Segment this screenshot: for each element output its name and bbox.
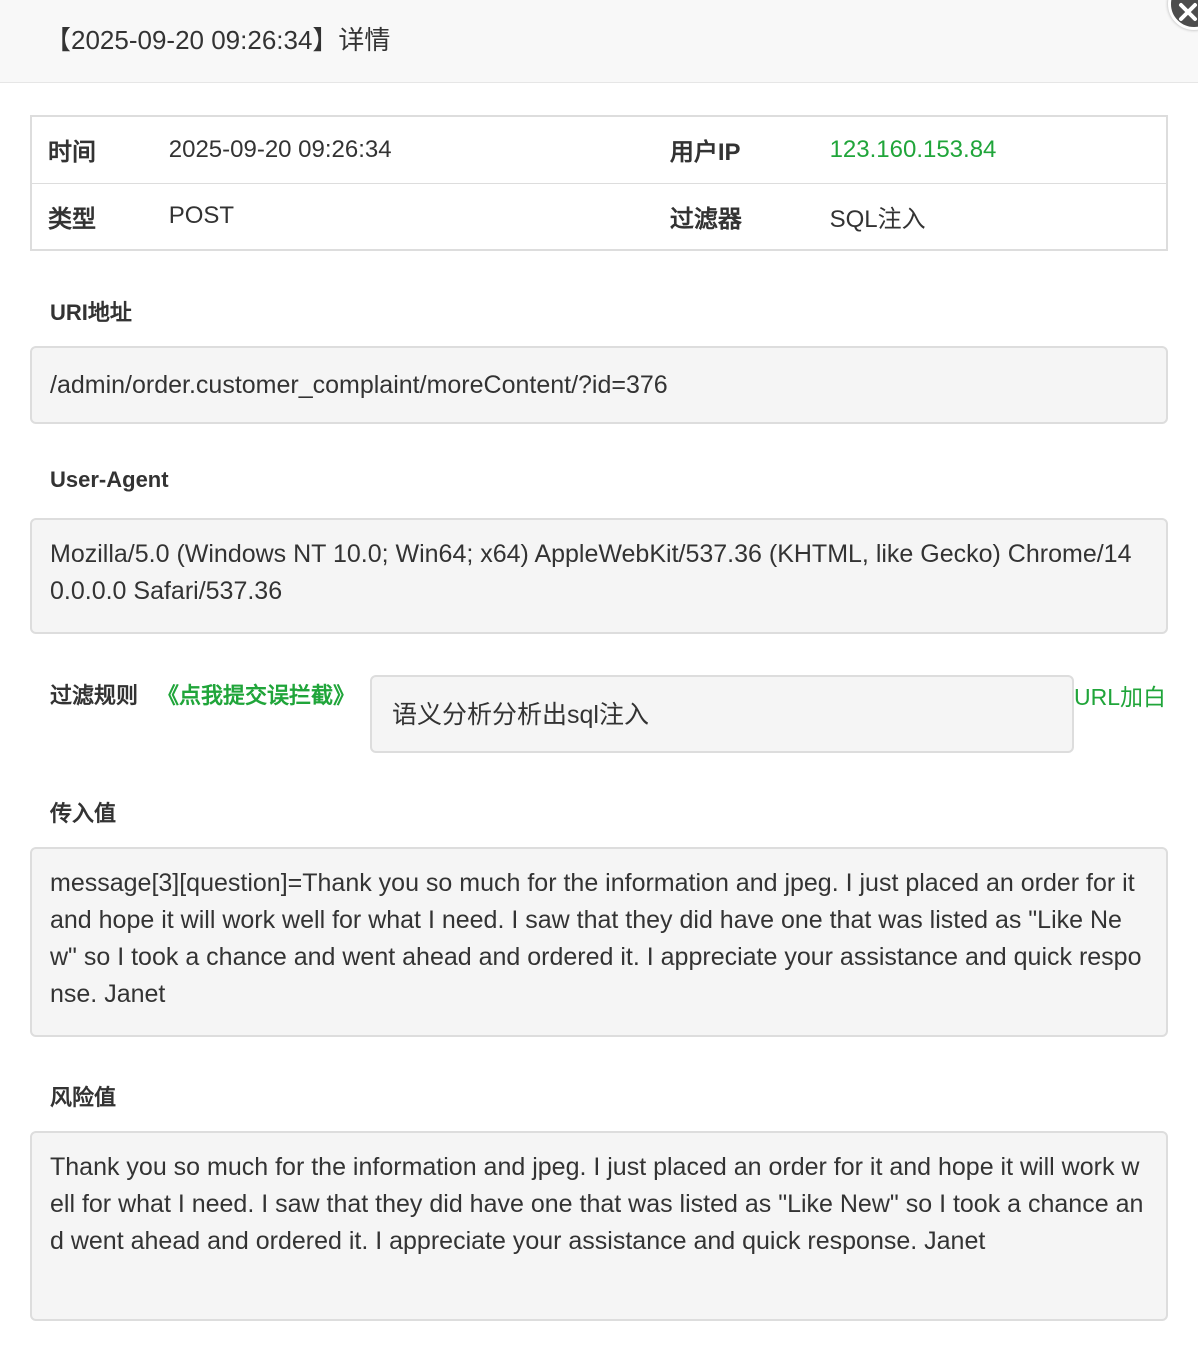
input-value-label: 传入值 — [50, 801, 117, 826]
user-agent-value-box: Mozilla/5.0 (Windows NT 10.0; Win64; x64… — [30, 518, 1168, 634]
time-value: 2025-09-20 09:26:34 — [168, 116, 654, 184]
time-label: 时间 — [31, 116, 169, 184]
detail-dialog: 【2025-09-20 09:26:34】详情 时间 2025-09-20 09… — [0, 0, 1198, 1372]
input-value-box: message[3][question]=Thank you so much f… — [30, 847, 1168, 1037]
type-label: 类型 — [48, 205, 96, 233]
close-icon — [1179, 3, 1197, 21]
filter-label: 过滤器 — [669, 205, 742, 233]
filter-rule-label: 过滤规则 — [50, 683, 139, 708]
info-table: 时间 2025-09-20 09:26:34 用户IP 123.160.153.… — [30, 115, 1168, 251]
user-ip-label: 用户IP — [653, 116, 830, 184]
risk-value-box: Thank you so much for the information an… — [30, 1131, 1168, 1321]
report-false-positive-link[interactable]: 《点我提交误拦截》 — [157, 678, 355, 710]
filter-rule-value-box: 语义分析分析出sql注入 — [370, 675, 1074, 753]
dialog-header: 【2025-09-20 09:26:34】详情 — [0, 0, 1198, 83]
type-value: POST — [168, 202, 235, 230]
uri-label: URI地址 — [50, 300, 132, 325]
filter-value: SQL注入 — [829, 205, 926, 233]
user-ip-value: 123.160.153.84 — [829, 116, 1167, 184]
table-row: 时间 2025-09-20 09:26:34 用户IP 123.160.153.… — [31, 116, 1167, 184]
url-whitelist-link[interactable]: URL加白 — [1074, 678, 1166, 712]
user-agent-label: User-Agent — [50, 467, 169, 492]
risk-value-label: 风险值 — [50, 1085, 117, 1110]
dialog-title: 【2025-09-20 09:26:34】详情 — [45, 25, 391, 55]
uri-value-box: /admin/order.customer_complaint/moreCont… — [30, 346, 1168, 424]
table-row: 类型 POST 过滤器 SQL注入 — [31, 183, 1167, 250]
